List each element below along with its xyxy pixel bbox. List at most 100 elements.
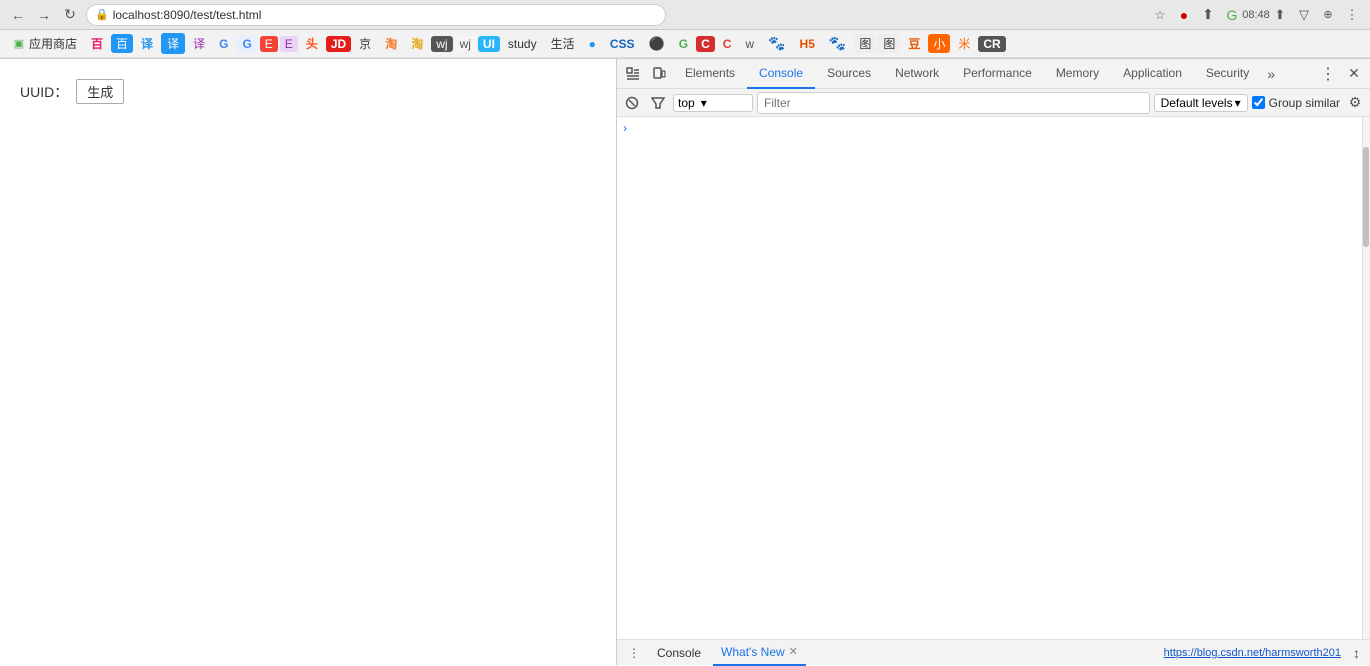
address-bar[interactable]: 🔒 localhost:8090/test/test.html: [86, 4, 666, 26]
browser-icon-3: G: [1222, 5, 1242, 25]
bookmark-wj1[interactable]: wj: [431, 36, 452, 52]
bookmark-ui[interactable]: UI: [478, 36, 500, 52]
appstore-icon: ▣: [12, 37, 26, 51]
bookmark-jing[interactable]: 京: [353, 33, 377, 54]
drawer-whats-new-label: What's New: [721, 645, 785, 659]
bookmark-g3[interactable]: G: [673, 35, 694, 53]
bookmark-tu[interactable]: 图: [854, 34, 876, 53]
bookmark-tou[interactable]: 头: [300, 33, 324, 54]
bookmark-google1[interactable]: G: [213, 35, 234, 53]
tab-application[interactable]: Application: [1111, 59, 1194, 89]
filter-icon[interactable]: [647, 92, 669, 114]
browser-icon-2: ⬆: [1198, 5, 1218, 25]
bookmark-fanyi3[interactable]: 译: [187, 33, 211, 54]
drawer-tab-whats-new[interactable]: What's New ✕: [713, 640, 806, 666]
more-tabs-button[interactable]: »: [1261, 59, 1281, 89]
bookmark-e2[interactable]: E: [280, 36, 298, 52]
devtools-panel: Elements Console Sources Network Perform…: [616, 59, 1370, 665]
bookmark-w[interactable]: w: [739, 35, 760, 53]
bookmark-tao1[interactable]: 淘: [379, 33, 403, 54]
customize-devtools-icon[interactable]: ⋮: [1316, 62, 1340, 86]
scrollbar-thumb[interactable]: [1363, 147, 1369, 247]
bookmark-appstore[interactable]: ▣ 应用商店: [6, 33, 83, 54]
bookmark-github[interactable]: ⚫: [643, 34, 671, 54]
extension-icon-1[interactable]: ⬆: [1270, 5, 1290, 25]
extension-icon-2[interactable]: ▽: [1294, 5, 1314, 25]
devtools-top-actions: ⋮ ✕: [1316, 62, 1366, 86]
bookmark-map-icon[interactable]: 🐾: [823, 33, 852, 54]
tab-network[interactable]: Network: [883, 59, 951, 89]
menu-icon[interactable]: ⋮: [1342, 5, 1362, 25]
clear-console-icon[interactable]: [621, 92, 643, 114]
bookmark-css[interactable]: CSS: [604, 35, 641, 53]
console-scrollbar[interactable]: [1362, 117, 1370, 639]
bookmark-baidu2[interactable]: 百: [111, 34, 133, 53]
bookmark-study[interactable]: study: [502, 35, 543, 53]
drawer-tab-close-icon[interactable]: ✕: [789, 645, 798, 658]
tab-elements[interactable]: Elements: [673, 59, 747, 89]
bookmark-google2[interactable]: G: [236, 35, 257, 53]
url-text: localhost:8090/test/test.html: [113, 8, 262, 22]
bookmark-c1[interactable]: C: [696, 36, 715, 52]
tab-performance[interactable]: Performance: [951, 59, 1044, 89]
group-similar-label[interactable]: Group similar: [1252, 96, 1340, 110]
bookmark-baidu1[interactable]: 百: [85, 33, 109, 54]
bookmark-paw-icon[interactable]: 🐾: [762, 33, 791, 54]
close-devtools-icon[interactable]: ✕: [1342, 62, 1366, 86]
lock-icon: 🔒: [95, 8, 109, 21]
status-url[interactable]: https://blog.csdn.net/harmsworth201: [810, 647, 1349, 659]
bookmark-mi[interactable]: 米: [952, 33, 976, 54]
bookmark-jd[interactable]: JD: [326, 36, 351, 52]
generate-button[interactable]: 生成: [76, 79, 124, 104]
console-prompt-area: ›: [617, 117, 1370, 139]
bookmark-tao2[interactable]: 淘: [405, 33, 429, 54]
devtools-tabs: Elements Console Sources Network Perform…: [673, 59, 1314, 89]
console-chevron-icon[interactable]: ›: [623, 121, 627, 135]
drawer-tab-console[interactable]: Console: [649, 640, 709, 666]
bookmark-wj2[interactable]: wj: [455, 36, 476, 52]
context-dropdown-icon: ▾: [701, 96, 707, 110]
bookmark-xiao[interactable]: 小: [928, 34, 950, 53]
back-button[interactable]: ←: [8, 5, 28, 25]
bookmark-c2[interactable]: C: [717, 35, 738, 53]
context-selector[interactable]: top ▾: [673, 94, 753, 112]
bookmark-dou[interactable]: 豆: [902, 33, 926, 54]
tab-console[interactable]: Console: [747, 59, 815, 89]
bookmark-fanyi1[interactable]: 译: [135, 33, 159, 54]
bookmark-life[interactable]: 生活: [545, 33, 581, 54]
page-content: UUID： 生成: [0, 59, 616, 665]
tab-security[interactable]: Security: [1194, 59, 1261, 89]
time-display: 08:48: [1246, 5, 1266, 25]
drawer-menu-icon[interactable]: ⋮: [623, 642, 645, 664]
filter-input[interactable]: [757, 92, 1150, 114]
bottom-drawer: ⋮ Console What's New ✕ https://blog.csdn…: [617, 639, 1370, 665]
context-value: top: [678, 96, 695, 110]
group-similar-text: Group similar: [1269, 96, 1340, 110]
bookmark-tu2[interactable]: 图: [878, 34, 900, 53]
tab-sources[interactable]: Sources: [815, 59, 883, 89]
bookmark-h5[interactable]: H5: [794, 35, 821, 53]
console-toolbar: top ▾ Default levels ▾ Group similar ⚙: [617, 89, 1370, 117]
drawer-console-label: Console: [657, 646, 701, 660]
device-toolbar-icon[interactable]: [647, 62, 671, 86]
default-levels-dropdown-icon: ▾: [1235, 96, 1241, 110]
cursor-indicator: ↕: [1353, 645, 1360, 661]
bookmark-css-icon[interactable]: ●: [583, 35, 602, 53]
default-levels-label: Default levels: [1161, 96, 1233, 110]
console-settings-icon[interactable]: ⚙: [1344, 92, 1366, 114]
devtools-topbar: Elements Console Sources Network Perform…: [617, 59, 1370, 89]
tab-memory[interactable]: Memory: [1044, 59, 1111, 89]
console-content: ›: [617, 117, 1370, 639]
extension-icon-3[interactable]: ⊕: [1318, 5, 1338, 25]
group-similar-checkbox[interactable]: [1252, 96, 1265, 109]
uuid-area: UUID： 生成: [20, 79, 596, 104]
bookmark-star-icon[interactable]: ☆: [1150, 5, 1170, 25]
default-levels-selector[interactable]: Default levels ▾: [1154, 94, 1248, 112]
forward-button[interactable]: →: [34, 5, 54, 25]
bookmark-e1[interactable]: E: [260, 36, 278, 52]
bookmark-cr[interactable]: CR: [978, 36, 1005, 52]
inspect-element-icon[interactable]: [621, 62, 645, 86]
uuid-label: UUID：: [20, 82, 68, 102]
bookmark-fanyi2[interactable]: 译: [161, 33, 185, 54]
reload-button[interactable]: ↻: [60, 5, 80, 25]
